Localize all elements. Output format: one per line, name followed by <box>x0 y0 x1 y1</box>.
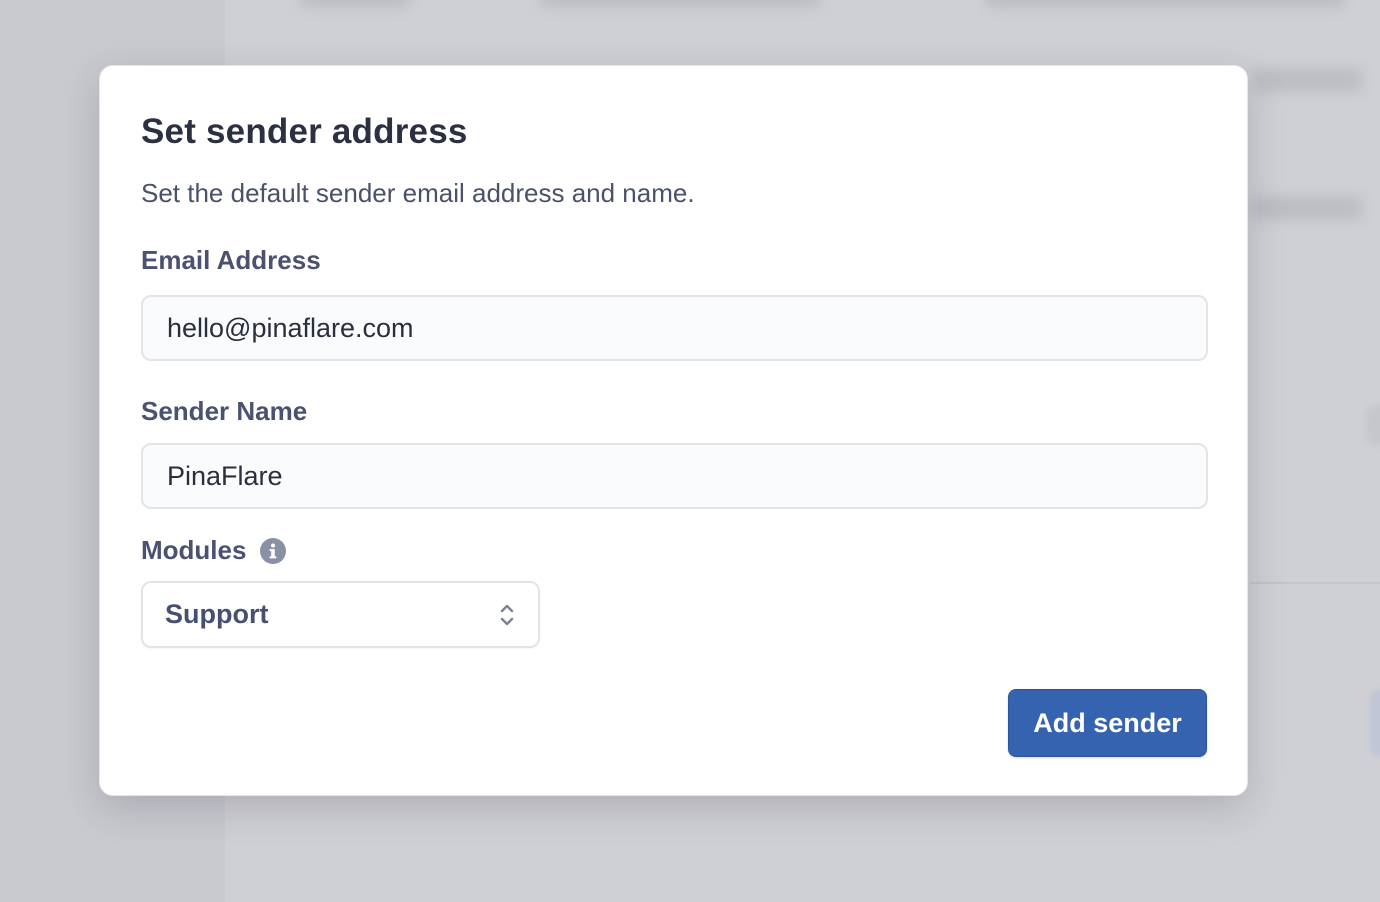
background-text-blur <box>300 0 410 8</box>
modal-description: Set the default sender email address and… <box>141 178 695 208</box>
modules-label-row: Modules <box>141 535 287 566</box>
background-divider <box>1250 582 1380 584</box>
info-circle-icon[interactable] <box>260 537 287 564</box>
sender-name-label: Sender Name <box>141 396 308 426</box>
modules-select-value: Support <box>165 599 269 629</box>
sender-name-input[interactable] <box>141 443 1208 509</box>
background-text-blur <box>1252 196 1362 220</box>
modal-title: Set sender address <box>141 112 468 151</box>
email-address-label: Email Address <box>141 245 321 275</box>
set-sender-modal: Set sender address Set the default sende… <box>99 65 1248 796</box>
background-button <box>1370 690 1380 756</box>
chevron-up-down-icon <box>498 600 516 630</box>
add-sender-button[interactable]: Add sender <box>1008 689 1207 757</box>
background-text-blur <box>985 0 1345 8</box>
background-text-blur <box>540 0 820 8</box>
background-text-blur <box>1252 68 1362 92</box>
background-card-edge <box>1366 405 1380 445</box>
background-footer-text <box>418 858 425 886</box>
modules-select[interactable]: Support <box>141 581 540 648</box>
email-address-input[interactable] <box>141 295 1208 361</box>
modules-label: Modules <box>141 535 247 565</box>
